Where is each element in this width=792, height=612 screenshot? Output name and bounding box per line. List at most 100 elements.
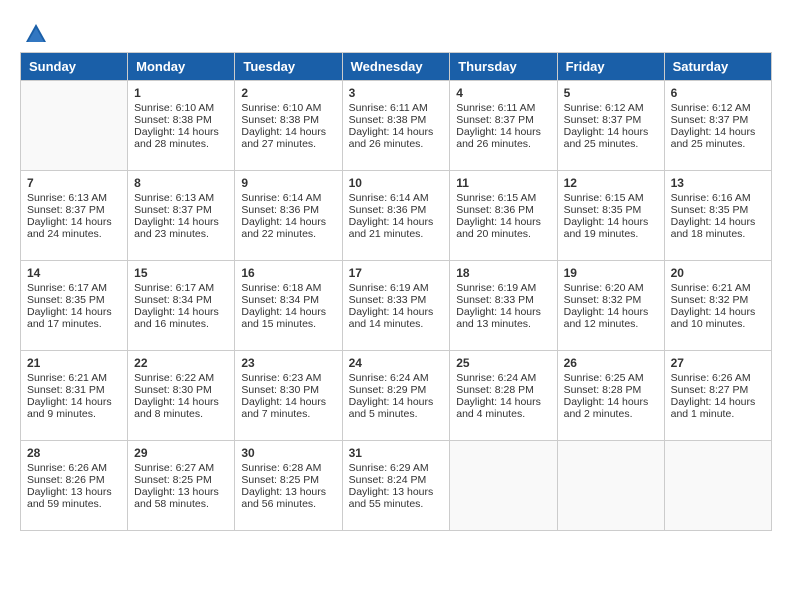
calendar-cell: 9Sunrise: 6:14 AMSunset: 8:36 PMDaylight… [235, 171, 342, 261]
day-number: 12 [564, 176, 658, 190]
cell-info-line: and 59 minutes. [27, 498, 121, 510]
calendar-cell: 13Sunrise: 6:16 AMSunset: 8:35 PMDayligh… [664, 171, 771, 261]
calendar-cell: 5Sunrise: 6:12 AMSunset: 8:37 PMDaylight… [557, 81, 664, 171]
day-number: 22 [134, 356, 228, 370]
calendar-header-row: SundayMondayTuesdayWednesdayThursdayFrid… [21, 53, 772, 81]
day-number: 3 [349, 86, 444, 100]
calendar-cell: 21Sunrise: 6:21 AMSunset: 8:31 PMDayligh… [21, 351, 128, 441]
calendar-cell: 2Sunrise: 6:10 AMSunset: 8:38 PMDaylight… [235, 81, 342, 171]
cell-info-line: Daylight: 14 hours [456, 306, 550, 318]
cell-info-line: Daylight: 14 hours [671, 306, 765, 318]
day-number: 4 [456, 86, 550, 100]
day-number: 18 [456, 266, 550, 280]
cell-info-line: Sunrise: 6:15 AM [564, 192, 658, 204]
cell-info-line: Sunrise: 6:22 AM [134, 372, 228, 384]
cell-info-line: Daylight: 14 hours [349, 126, 444, 138]
cell-info-line: Sunset: 8:28 PM [456, 384, 550, 396]
cell-info-line: Sunrise: 6:12 AM [671, 102, 765, 114]
calendar-cell: 26Sunrise: 6:25 AMSunset: 8:28 PMDayligh… [557, 351, 664, 441]
day-number: 13 [671, 176, 765, 190]
cell-info-line: Daylight: 14 hours [349, 306, 444, 318]
cell-info-line: Daylight: 13 hours [134, 486, 228, 498]
day-number: 5 [564, 86, 658, 100]
cell-info-line: and 5 minutes. [349, 408, 444, 420]
cell-info-line: Daylight: 14 hours [564, 216, 658, 228]
cell-info-line: Sunset: 8:29 PM [349, 384, 444, 396]
cell-info-line: Sunrise: 6:12 AM [564, 102, 658, 114]
day-number: 20 [671, 266, 765, 280]
cell-info-line: Sunrise: 6:26 AM [671, 372, 765, 384]
calendar-cell [21, 81, 128, 171]
calendar-cell: 23Sunrise: 6:23 AMSunset: 8:30 PMDayligh… [235, 351, 342, 441]
calendar-cell: 19Sunrise: 6:20 AMSunset: 8:32 PMDayligh… [557, 261, 664, 351]
calendar-week-row: 1Sunrise: 6:10 AMSunset: 8:38 PMDaylight… [21, 81, 772, 171]
calendar-week-row: 14Sunrise: 6:17 AMSunset: 8:35 PMDayligh… [21, 261, 772, 351]
cell-info-line: Daylight: 14 hours [349, 396, 444, 408]
day-number: 17 [349, 266, 444, 280]
cell-info-line: Sunrise: 6:19 AM [349, 282, 444, 294]
cell-info-line: and 25 minutes. [564, 138, 658, 150]
calendar-cell: 29Sunrise: 6:27 AMSunset: 8:25 PMDayligh… [128, 441, 235, 531]
calendar-cell: 25Sunrise: 6:24 AMSunset: 8:28 PMDayligh… [450, 351, 557, 441]
cell-info-line: and 1 minute. [671, 408, 765, 420]
cell-info-line: Sunrise: 6:20 AM [564, 282, 658, 294]
cell-info-line: Sunset: 8:38 PM [241, 114, 335, 126]
cell-info-line: Sunrise: 6:14 AM [349, 192, 444, 204]
cell-info-line: Sunset: 8:37 PM [456, 114, 550, 126]
day-number: 24 [349, 356, 444, 370]
cell-info-line: Daylight: 14 hours [671, 216, 765, 228]
day-number: 27 [671, 356, 765, 370]
calendar-table: SundayMondayTuesdayWednesdayThursdayFrid… [20, 52, 772, 531]
cell-info-line: Daylight: 14 hours [456, 126, 550, 138]
day-number: 28 [27, 446, 121, 460]
calendar-cell: 11Sunrise: 6:15 AMSunset: 8:36 PMDayligh… [450, 171, 557, 261]
cell-info-line: Sunset: 8:36 PM [241, 204, 335, 216]
cell-info-line: Sunset: 8:30 PM [134, 384, 228, 396]
logo-icon [22, 20, 50, 48]
cell-info-line: Daylight: 13 hours [349, 486, 444, 498]
cell-info-line: and 15 minutes. [241, 318, 335, 330]
cell-info-line: and 18 minutes. [671, 228, 765, 240]
cell-info-line: Daylight: 14 hours [134, 216, 228, 228]
cell-info-line: Daylight: 14 hours [564, 126, 658, 138]
cell-info-line: and 17 minutes. [27, 318, 121, 330]
cell-info-line: and 16 minutes. [134, 318, 228, 330]
cell-info-line: Sunset: 8:32 PM [564, 294, 658, 306]
cell-info-line: Sunset: 8:37 PM [134, 204, 228, 216]
day-number: 7 [27, 176, 121, 190]
cell-info-line: Sunset: 8:33 PM [349, 294, 444, 306]
cell-info-line: Sunset: 8:28 PM [564, 384, 658, 396]
cell-info-line: and 19 minutes. [564, 228, 658, 240]
calendar-cell: 14Sunrise: 6:17 AMSunset: 8:35 PMDayligh… [21, 261, 128, 351]
cell-info-line: Daylight: 14 hours [134, 396, 228, 408]
day-number: 16 [241, 266, 335, 280]
calendar-cell: 8Sunrise: 6:13 AMSunset: 8:37 PMDaylight… [128, 171, 235, 261]
cell-info-line: Sunset: 8:38 PM [349, 114, 444, 126]
cell-info-line: Sunset: 8:33 PM [456, 294, 550, 306]
calendar-cell: 20Sunrise: 6:21 AMSunset: 8:32 PMDayligh… [664, 261, 771, 351]
cell-info-line: Sunrise: 6:29 AM [349, 462, 444, 474]
day-number: 15 [134, 266, 228, 280]
cell-info-line: and 7 minutes. [241, 408, 335, 420]
cell-info-line: Sunrise: 6:21 AM [27, 372, 121, 384]
cell-info-line: Sunset: 8:35 PM [27, 294, 121, 306]
cell-info-line: Daylight: 14 hours [456, 216, 550, 228]
day-number: 31 [349, 446, 444, 460]
calendar-header-monday: Monday [128, 53, 235, 81]
day-number: 11 [456, 176, 550, 190]
cell-info-line: Sunset: 8:30 PM [241, 384, 335, 396]
day-number: 23 [241, 356, 335, 370]
cell-info-line: Sunset: 8:36 PM [349, 204, 444, 216]
calendar-cell: 28Sunrise: 6:26 AMSunset: 8:26 PMDayligh… [21, 441, 128, 531]
cell-info-line: Sunset: 8:27 PM [671, 384, 765, 396]
cell-info-line: Daylight: 14 hours [27, 396, 121, 408]
cell-info-line: and 10 minutes. [671, 318, 765, 330]
cell-info-line: Sunrise: 6:13 AM [27, 192, 121, 204]
calendar-header-friday: Friday [557, 53, 664, 81]
cell-info-line: Sunset: 8:34 PM [241, 294, 335, 306]
cell-info-line: Sunset: 8:25 PM [134, 474, 228, 486]
calendar-header-saturday: Saturday [664, 53, 771, 81]
cell-info-line: and 4 minutes. [456, 408, 550, 420]
calendar-cell: 12Sunrise: 6:15 AMSunset: 8:35 PMDayligh… [557, 171, 664, 261]
calendar-cell: 3Sunrise: 6:11 AMSunset: 8:38 PMDaylight… [342, 81, 450, 171]
